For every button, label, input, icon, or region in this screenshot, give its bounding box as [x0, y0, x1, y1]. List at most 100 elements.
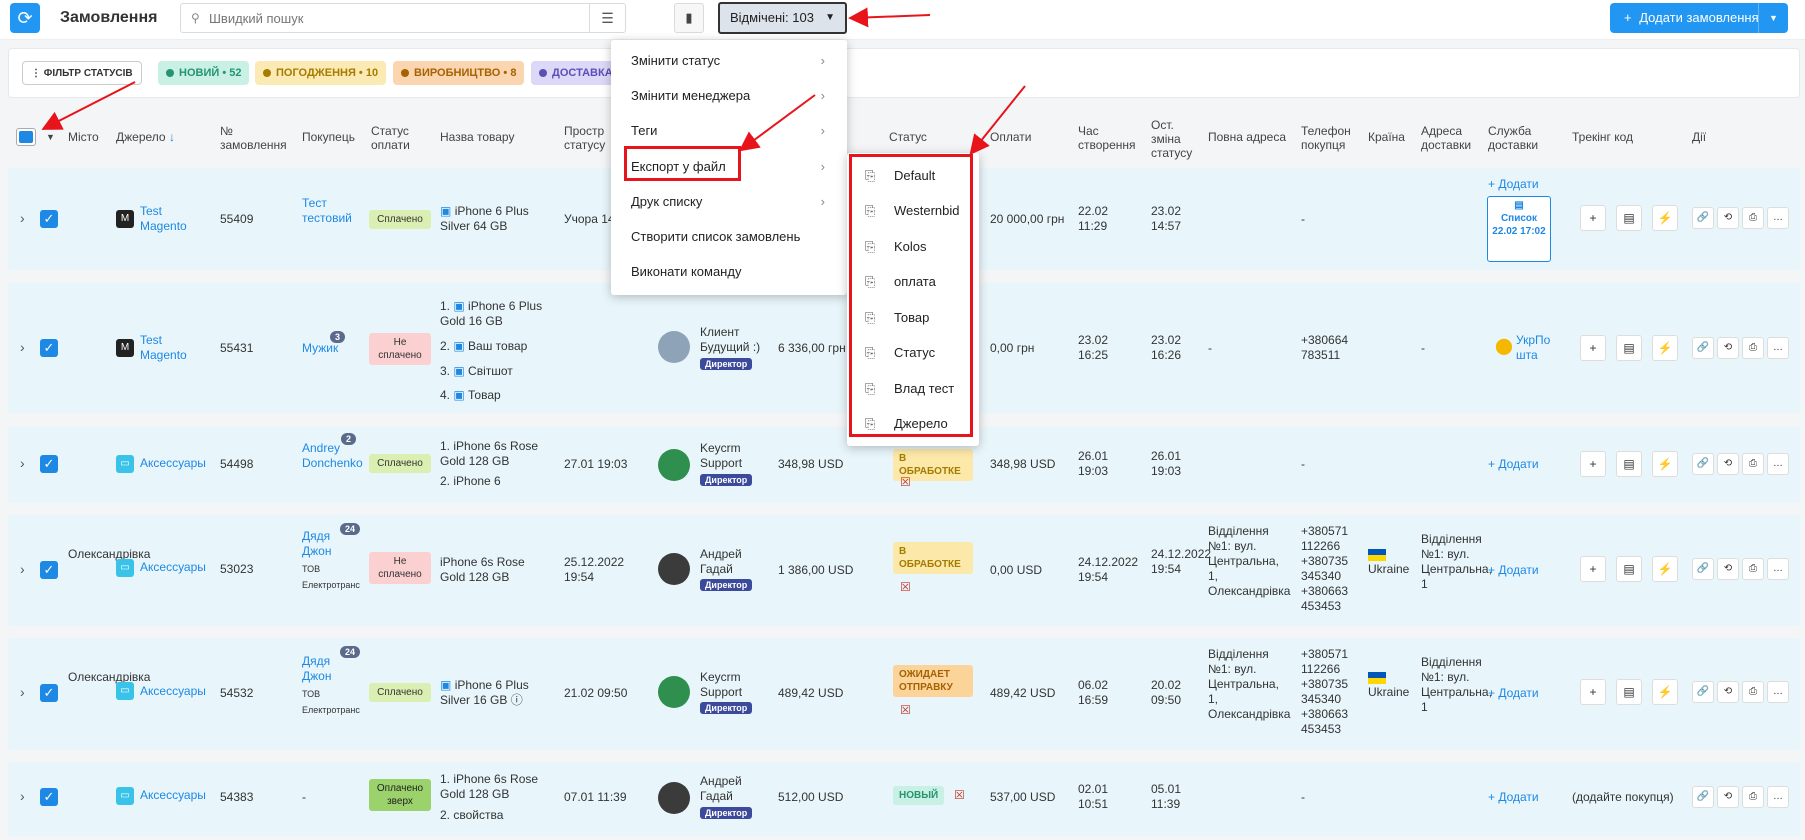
history-icon[interactable]: ⟲ [1717, 453, 1739, 475]
print-icon[interactable]: ⎙ [1742, 786, 1764, 808]
filter-settings-icon[interactable]: ☰ [589, 4, 625, 32]
delivery-service-link[interactable]: УкрПо шта [1516, 333, 1561, 363]
history-icon[interactable]: ⟲ [1717, 786, 1739, 808]
link-icon[interactable]: 🔗 [1692, 558, 1714, 580]
cancel-status-icon[interactable]: ☒ [900, 475, 911, 490]
add-delivery-link[interactable]: + Додати [1488, 563, 1539, 578]
info-icon[interactable]: ⓘ [511, 693, 523, 707]
add-tracking-button[interactable]: + [1580, 556, 1606, 582]
lightning-icon[interactable]: ⚡ [1652, 679, 1678, 705]
add-delivery-link[interactable]: + Додати [1488, 177, 1539, 192]
print-icon[interactable]: ⎙ [1742, 681, 1764, 703]
buyer-link[interactable]: Тест тестовий [302, 196, 352, 226]
order-number[interactable]: 55431 [220, 341, 253, 356]
source-link[interactable]: Аксессуары [140, 560, 206, 575]
buyer-link[interactable]: Andrey Donchenko [302, 441, 363, 471]
col-buyer[interactable]: Покупець [302, 130, 355, 144]
col-pay-status[interactable]: Статус оплати [371, 124, 421, 152]
export-item[interactable]: ⎘ Влад тест [847, 374, 979, 404]
export-item[interactable]: ⎘ Default [847, 161, 979, 191]
export-item[interactable]: ⎘ Статус [847, 338, 979, 368]
status-chip-delivery[interactable]: ДОСТАВКА [531, 61, 621, 85]
order-number[interactable]: 54383 [220, 790, 253, 805]
status-chip-production[interactable]: ВИРОБНИЦТВО • 8 [393, 61, 525, 85]
add-tracking-button[interactable]: + [1580, 205, 1606, 231]
menu-change-manager[interactable]: Змінити менеджера › [611, 81, 847, 111]
document-icon[interactable]: ▤ [1616, 556, 1642, 582]
add-order-dropdown[interactable]: ▼ [1758, 3, 1788, 33]
col-order-no[interactable]: № замовлення [220, 124, 287, 152]
add-delivery-link[interactable]: + Додати [1488, 790, 1539, 805]
add-tracking-button[interactable]: + [1580, 679, 1606, 705]
select-all-checkbox[interactable] [16, 128, 36, 146]
buyer-link[interactable]: Мужик [302, 341, 338, 356]
export-item[interactable]: ⎘ оплата [847, 267, 979, 297]
source-link[interactable]: Test Magento [140, 204, 200, 234]
add-tracking-button[interactable]: + [1580, 451, 1606, 477]
selected-orders-button[interactable]: Відмічені: 103 ▼ [718, 2, 847, 34]
export-item[interactable]: ⎘ Джерело [847, 409, 979, 439]
export-item[interactable]: ⎘ Товар [847, 303, 979, 333]
expand-chevron-icon[interactable]: › [20, 339, 25, 355]
more-icon[interactable]: … [1767, 681, 1789, 703]
order-status[interactable]: НОВЫЙ [893, 786, 945, 805]
order-number[interactable]: 53023 [220, 562, 253, 577]
expand-chevron-icon[interactable]: › [20, 455, 25, 471]
order-number[interactable]: 54498 [220, 457, 253, 472]
row-checkbox[interactable]: ✓ [40, 455, 58, 473]
menu-tags[interactable]: Теги › [611, 116, 847, 146]
more-icon[interactable]: … [1767, 453, 1789, 475]
table-row[interactable]: › ✓ ▭ Аксессуары 54383 - Оплачено зверх … [8, 762, 1800, 836]
status-filter-button[interactable]: ⋮ ФІЛЬТР СТАТУСІВ [22, 61, 142, 85]
link-icon[interactable]: 🔗 [1692, 453, 1714, 475]
link-icon[interactable]: 🔗 [1692, 337, 1714, 359]
export-item[interactable]: ⎘ Westernbid [847, 196, 979, 226]
col-status[interactable]: Статус [889, 130, 927, 144]
status-chip-new[interactable]: НОВИЙ • 52 [158, 61, 250, 85]
link-icon[interactable]: 🔗 [1692, 681, 1714, 703]
table-row[interactable]: › Олександрівка ✓ ▭ Аксессуары 54532 Дяд… [8, 638, 1800, 750]
col-tracking[interactable]: Трекінг код [1572, 130, 1633, 144]
expand-chevron-icon[interactable]: › [20, 684, 25, 700]
more-icon[interactable]: … [1767, 558, 1789, 580]
lightning-icon[interactable]: ⚡ [1652, 556, 1678, 582]
source-link[interactable]: Аксессуары [140, 456, 206, 471]
link-icon[interactable]: 🔗 [1692, 207, 1714, 229]
col-actions[interactable]: Дії [1692, 130, 1706, 144]
document-icon[interactable]: ▤ [1616, 679, 1642, 705]
add-order-button[interactable]: + Додати замовлення ▼ [1610, 3, 1788, 33]
col-phone[interactable]: Телефон покупця [1301, 124, 1356, 152]
buyer-link[interactable]: Дядя Джон [302, 529, 342, 559]
col-product[interactable]: Назва товару [440, 130, 514, 144]
add-delivery-link[interactable]: + Додати [1488, 686, 1539, 701]
col-address[interactable]: Повна адреса [1208, 130, 1286, 144]
lightning-icon[interactable]: ⚡ [1652, 451, 1678, 477]
bookmark-button[interactable]: ▮ [674, 3, 704, 33]
row-checkbox[interactable]: ✓ [40, 210, 58, 228]
row-checkbox[interactable]: ✓ [40, 339, 58, 357]
row-checkbox[interactable]: ✓ [40, 561, 58, 579]
more-icon[interactable]: … [1767, 337, 1789, 359]
more-icon[interactable]: … [1767, 207, 1789, 229]
print-icon[interactable]: ⎙ [1742, 207, 1764, 229]
menu-change-status[interactable]: Змінити статус › [611, 46, 847, 76]
lightning-icon[interactable]: ⚡ [1652, 205, 1678, 231]
col-delivery-address[interactable]: Адреса доставки [1421, 124, 1476, 152]
row-checkbox[interactable]: ✓ [40, 684, 58, 702]
col-source[interactable]: Джерело ↓ [116, 130, 175, 144]
table-row[interactable]: › Олександрівка ✓ ▭ Аксессуары 53023 Дяд… [8, 515, 1800, 626]
document-icon[interactable]: ▤ [1616, 451, 1642, 477]
source-link[interactable]: Аксессуары [140, 684, 206, 699]
history-icon[interactable]: ⟲ [1717, 207, 1739, 229]
cancel-status-icon[interactable]: ☒ [900, 703, 911, 718]
cancel-status-icon[interactable]: ☒ [954, 788, 965, 803]
lightning-icon[interactable]: ⚡ [1652, 335, 1678, 361]
menu-print-list[interactable]: Друк списку › [611, 187, 847, 217]
order-number[interactable]: 54532 [220, 686, 253, 701]
print-icon[interactable]: ⎙ [1742, 558, 1764, 580]
shipping-list-badge[interactable]: ▤ Список 22.02 17:02 [1487, 196, 1551, 262]
col-city[interactable]: Місто [68, 130, 99, 144]
source-link[interactable]: Test Magento [140, 333, 200, 363]
col-country[interactable]: Країна [1368, 130, 1405, 144]
status-chip-approval[interactable]: ПОГОДЖЕННЯ • 10 [255, 61, 387, 85]
